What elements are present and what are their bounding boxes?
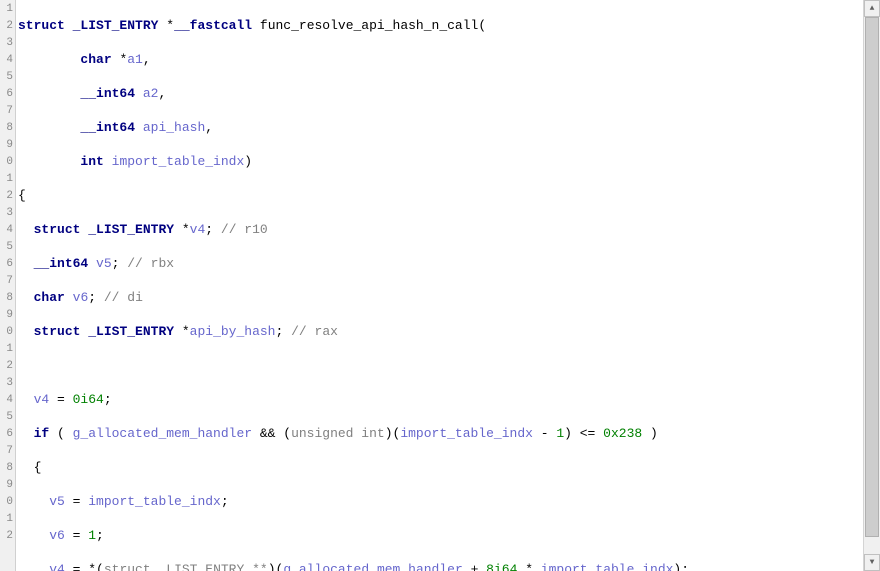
scroll-down-button[interactable]: ▼ xyxy=(864,554,880,571)
scroll-up-button[interactable]: ▲ xyxy=(864,0,880,17)
code-line: struct _LIST_ENTRY *api_by_hash; // rax xyxy=(18,323,863,340)
code-line: char *a1, xyxy=(18,51,863,68)
code-line: v4 = 0i64; xyxy=(18,391,863,408)
code-line: v6 = 1; xyxy=(18,527,863,544)
code-line: int import_table_indx) xyxy=(18,153,863,170)
code-line: __int64 v5; // rbx xyxy=(18,255,863,272)
code-line: __int64 api_hash, xyxy=(18,119,863,136)
code-line: v5 = import_table_indx; xyxy=(18,493,863,510)
code-line: char v6; // di xyxy=(18,289,863,306)
code-line: v4 = *(struct _LIST_ENTRY **)(g_allocate… xyxy=(18,561,863,571)
code-line: { xyxy=(18,459,863,476)
scroll-thumb[interactable] xyxy=(865,17,879,537)
chevron-up-icon: ▲ xyxy=(870,4,875,13)
code-line xyxy=(18,357,863,374)
code-line: __int64 a2, xyxy=(18,85,863,102)
code-line: struct _LIST_ENTRY *v4; // r10 xyxy=(18,221,863,238)
code-line: if ( g_allocated_mem_handler && (unsigne… xyxy=(18,425,863,442)
vertical-scrollbar[interactable]: ▲ ▼ xyxy=(863,0,880,571)
code-editor[interactable]: struct _LIST_ENTRY *__fastcall func_reso… xyxy=(16,0,863,571)
line-number-gutter: 1 2 3 4 5 6 7 8 9 0 1 2 3 4 5 6 7 8 9 0 … xyxy=(0,0,16,571)
code-line: { xyxy=(18,187,863,204)
code-line: struct _LIST_ENTRY *__fastcall func_reso… xyxy=(18,17,863,34)
chevron-down-icon: ▼ xyxy=(870,558,875,567)
